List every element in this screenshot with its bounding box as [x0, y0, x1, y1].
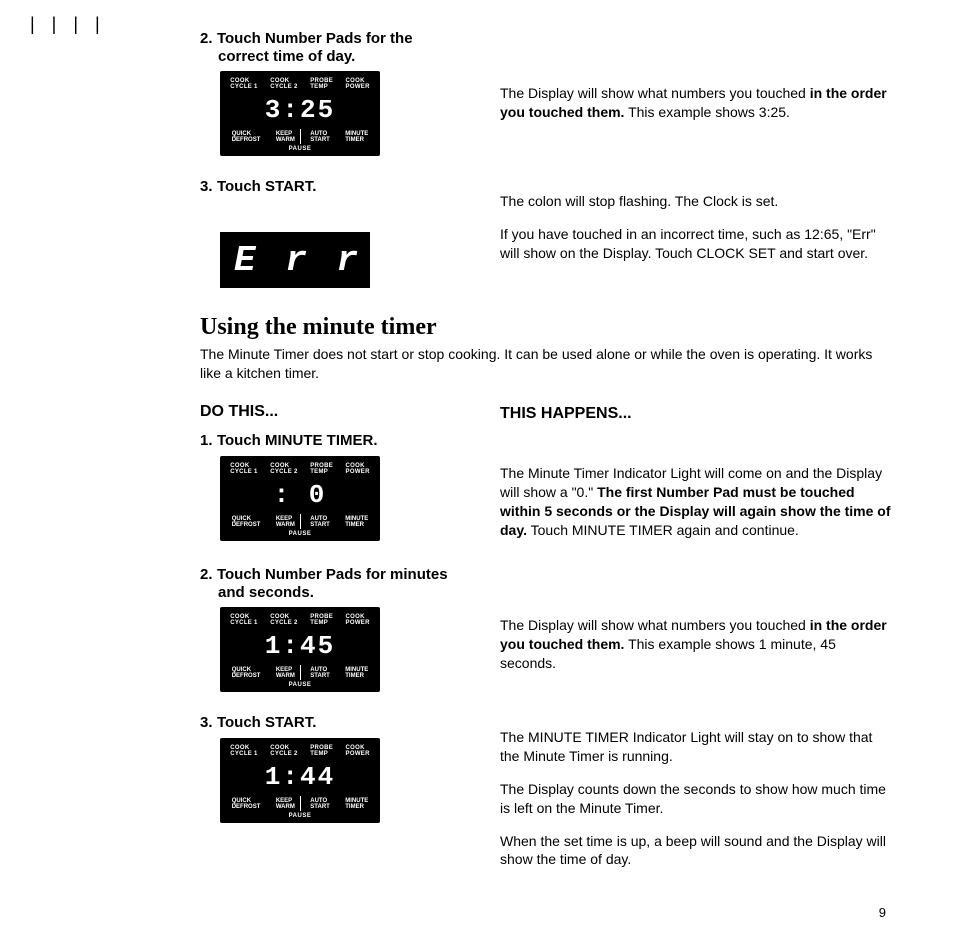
label-cook-power: COOK POWER: [346, 463, 370, 475]
section-intro: The Minute Timer does not start or stop …: [200, 345, 894, 383]
label-auto-start: AUTO START: [310, 798, 330, 810]
label-quick-defrost: QUICK DEFROST: [232, 516, 261, 528]
col-do-this: DO THIS...: [200, 403, 470, 421]
label-pause: PAUSE: [220, 679, 380, 688]
m2-explain-a: The Display will show what numbers you t…: [500, 617, 810, 633]
label-pause: PAUSE: [220, 143, 380, 152]
display-divider: [300, 129, 301, 144]
label-cook-cycle1: COOK CYCLE 1: [230, 745, 257, 757]
col-this-happens: THIS HAPPENS...: [500, 403, 894, 425]
display-divider: [300, 665, 301, 680]
label-probe-temp: PROBE TEMP: [310, 614, 333, 626]
seg-value: : 0: [274, 480, 327, 510]
label-keep-warm: KEEP WARM: [276, 516, 295, 528]
label-cook-power: COOK POWER: [346, 78, 370, 90]
label-probe-temp: PROBE TEMP: [310, 463, 333, 475]
step-number: 2.: [200, 30, 213, 47]
label-auto-start: AUTO START: [310, 667, 330, 679]
label-probe-temp: PROBE TEMP: [310, 745, 333, 757]
m2-text-line1: Touch Number Pads for minutes: [217, 566, 448, 583]
label-auto-start: AUTO START: [310, 516, 330, 528]
label-quick-defrost: QUICK DEFROST: [232, 667, 261, 679]
m3-right1: The MINUTE TIMER Indicator Light will st…: [500, 728, 894, 766]
page-number: 9: [879, 905, 886, 920]
step-2-text-line1: Touch Number Pads for the: [217, 30, 413, 47]
label-pause: PAUSE: [220, 528, 380, 537]
m1-explain-b: Touch MINUTE TIMER again and continue.: [527, 522, 799, 538]
m2-text-line2: and seconds.: [200, 584, 470, 601]
step-number: 2.: [200, 566, 213, 583]
seg-value: 3:25: [265, 95, 335, 125]
step-2-text-line2: correct time of day.: [200, 48, 470, 65]
section-title: Using the minute timer: [200, 314, 894, 341]
m1-text: Touch MINUTE TIMER.: [217, 432, 378, 449]
step-2-explain-a: The Display will show what numbers you t…: [500, 85, 810, 101]
label-keep-warm: KEEP WARM: [276, 131, 295, 143]
step-number: 3.: [200, 714, 213, 731]
label-cook-cycle1: COOK CYCLE 1: [230, 614, 257, 626]
label-quick-defrost: QUICK DEFROST: [232, 131, 261, 143]
seg-value: 1:44: [265, 762, 335, 792]
display-err: E r r: [220, 232, 370, 288]
m3-right3: When the set time is up, a beep will sou…: [500, 832, 894, 870]
m1-explain: The Minute Timer Indicator Light will co…: [500, 464, 894, 540]
step-3-text: Touch START.: [217, 178, 316, 195]
label-cook-cycle1: COOK CYCLE 1: [230, 463, 257, 475]
label-minute-timer: MINUTE TIMER: [345, 667, 368, 679]
label-keep-warm: KEEP WARM: [276, 798, 295, 810]
display-325: COOK CYCLE 1 COOK CYCLE 2 PROBE TEMP COO…: [220, 71, 380, 156]
display-145: COOK CYCLE 1 COOK CYCLE 2 PROBE TEMP COO…: [220, 607, 380, 692]
scan-artifact-marks: | | | |: [30, 14, 106, 35]
seg-err: E r r: [234, 240, 362, 281]
step-3-right1: The colon will stop flashing. The Clock …: [500, 192, 894, 211]
label-cook-cycle2: COOK CYCLE 2: [270, 614, 297, 626]
step-3-right2: If you have touched in an incorrect time…: [500, 225, 894, 263]
display-0: COOK CYCLE 1 COOK CYCLE 2 PROBE TEMP COO…: [220, 456, 380, 541]
label-minute-timer: MINUTE TIMER: [345, 516, 368, 528]
m3-right2: The Display counts down the seconds to s…: [500, 780, 894, 818]
label-auto-start: AUTO START: [310, 131, 330, 143]
label-cook-cycle2: COOK CYCLE 2: [270, 78, 297, 90]
step-2-explain: The Display will show what numbers you t…: [500, 84, 894, 122]
label-minute-timer: MINUTE TIMER: [345, 798, 368, 810]
seg-value: 1:45: [265, 631, 335, 661]
label-cook-cycle1: COOK CYCLE 1: [230, 78, 257, 90]
label-minute-timer: MINUTE TIMER: [345, 131, 368, 143]
label-cook-cycle2: COOK CYCLE 2: [270, 745, 297, 757]
display-divider: [300, 514, 301, 529]
step-number: 1.: [200, 432, 213, 449]
step-2-explain-b: This example shows 3:25.: [624, 104, 790, 120]
label-cook-cycle2: COOK CYCLE 2: [270, 463, 297, 475]
label-cook-power: COOK POWER: [346, 614, 370, 626]
label-cook-power: COOK POWER: [346, 745, 370, 757]
label-quick-defrost: QUICK DEFROST: [232, 798, 261, 810]
display-divider: [300, 796, 301, 811]
m2-explain: The Display will show what numbers you t…: [500, 616, 894, 673]
step-number: 3.: [200, 178, 213, 195]
label-pause: PAUSE: [220, 810, 380, 819]
label-keep-warm: KEEP WARM: [276, 667, 295, 679]
display-144: COOK CYCLE 1 COOK CYCLE 2 PROBE TEMP COO…: [220, 738, 380, 823]
m3-text: Touch START.: [217, 714, 316, 731]
label-probe-temp: PROBE TEMP: [310, 78, 333, 90]
